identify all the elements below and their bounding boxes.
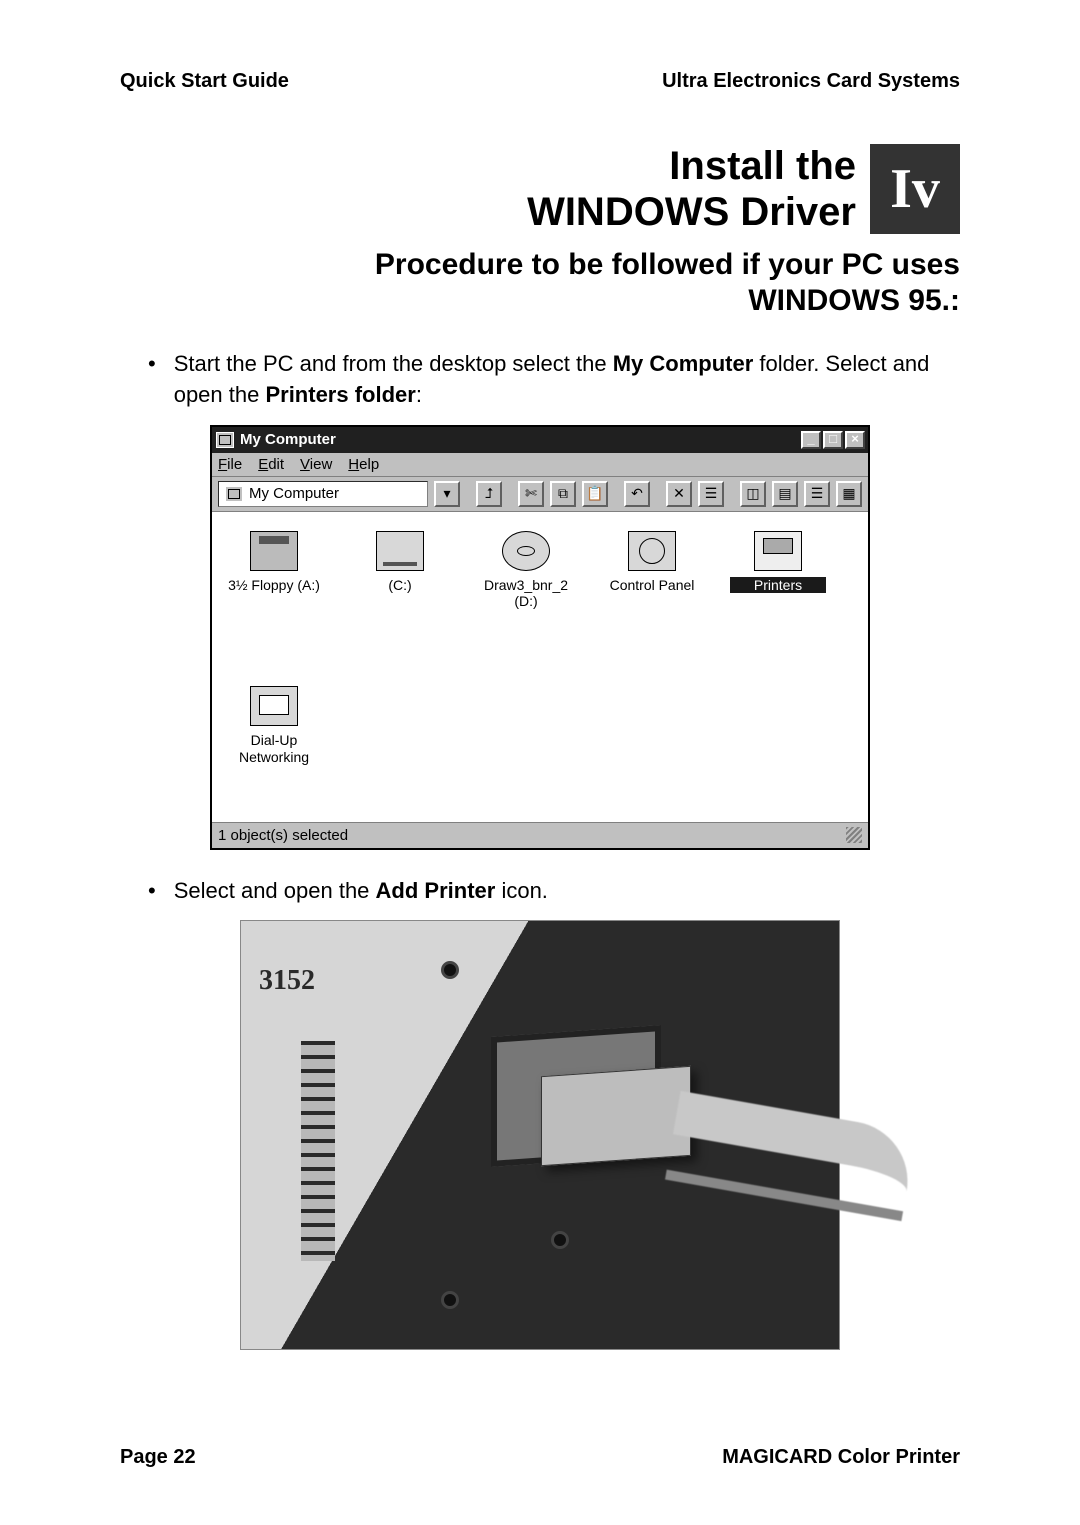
properties-button[interactable]: ☰: [698, 481, 724, 507]
computer-icon: [225, 486, 243, 502]
page-header: Quick Start Guide Ultra Electronics Card…: [120, 70, 960, 93]
list-view-button[interactable]: ☰: [804, 481, 830, 507]
resize-grip-icon[interactable]: [846, 827, 862, 843]
subtitle-line1: Procedure to be followed if your PC uses: [120, 247, 960, 283]
b1-pre: Start the PC and from the desktop select…: [174, 351, 613, 376]
close-button[interactable]: ×: [845, 431, 865, 449]
screw-icon: [441, 961, 459, 979]
b2-pre: Select and open the: [174, 878, 376, 903]
menu-edit[interactable]: Edit: [258, 456, 284, 473]
page-footer: Page 22 MAGICARD Color Printer: [120, 1446, 960, 1469]
dial-up-networking-icon: [250, 686, 298, 726]
icon-label: Dial-Up Networking: [226, 732, 322, 766]
icon-floppy-a[interactable]: 3½ Floppy (A:): [226, 531, 322, 594]
footer-page: Page 22: [120, 1446, 196, 1469]
icon-drive-c[interactable]: (C:): [352, 531, 448, 594]
icon-label: (C:): [352, 577, 448, 594]
window-title: My Computer: [240, 431, 336, 448]
icon-label: Control Panel: [604, 577, 700, 594]
icon-label: Draw3_bnr_2 (D:): [478, 577, 574, 611]
bullet-2-text: Select and open the Add Printer icon.: [174, 876, 548, 907]
system-menu-icon[interactable]: [216, 432, 234, 448]
screenshot-my-computer: My Computer _ □ × File Edit View Help My…: [120, 425, 960, 850]
computer-back-panel-image: 3152: [240, 920, 840, 1350]
screw-icon: [441, 1291, 459, 1309]
header-right: Ultra Electronics Card Systems: [662, 70, 960, 93]
menu-help[interactable]: Help: [348, 456, 379, 473]
control-panel-icon: [628, 531, 676, 571]
b1-bold1: My Computer: [613, 351, 754, 376]
icon-drive-d[interactable]: Draw3_bnr_2 (D:): [478, 531, 574, 611]
step-badge: Iv: [870, 144, 960, 234]
details-view-button[interactable]: ▦: [836, 481, 862, 507]
toolbar: My Computer ▾ ⮥ ✄ ⧉ 📋 ↶ ✕ ☰ ◫ ▤ ☰ ▦: [212, 477, 868, 512]
maximize-button[interactable]: □: [823, 431, 843, 449]
parallel-plug: [541, 1066, 691, 1166]
statusbar: 1 object(s) selected: [212, 822, 868, 848]
large-icons-button[interactable]: ◫: [740, 481, 766, 507]
title-line1: Install the: [527, 143, 856, 189]
screw-icon: [551, 1231, 569, 1249]
case-model-label: 3152: [259, 965, 315, 997]
icon-label: Printers: [730, 577, 826, 594]
icon-label: 3½ Floppy (A:): [226, 577, 322, 594]
up-one-level-button[interactable]: ⮥: [476, 481, 502, 507]
win95-window: My Computer _ □ × File Edit View Help My…: [210, 425, 870, 850]
copy-button[interactable]: ⧉: [550, 481, 576, 507]
undo-button[interactable]: ↶: [624, 481, 650, 507]
bullet-dot-icon: •: [148, 349, 156, 380]
b1-bold2: Printers folder: [265, 382, 415, 407]
bullet-dot-icon: •: [148, 876, 156, 907]
cut-button[interactable]: ✄: [518, 481, 544, 507]
subtitle-line2: WINDOWS 95.:: [120, 283, 960, 319]
b1-post: :: [416, 382, 422, 407]
status-text: 1 object(s) selected: [218, 827, 348, 844]
menu-view[interactable]: View: [300, 456, 332, 473]
title-text: Install the WINDOWS Driver: [527, 143, 856, 235]
icon-dial-up-networking[interactable]: Dial-Up Networking: [226, 686, 322, 766]
cd-drive-icon: [502, 531, 550, 571]
icon-printers[interactable]: Printers: [730, 531, 826, 594]
title-line2: WINDOWS Driver: [527, 189, 856, 235]
icon-control-panel[interactable]: Control Panel: [604, 531, 700, 594]
bullet-2: • Select and open the Add Printer icon.: [148, 876, 960, 907]
case-vent: [301, 1041, 335, 1261]
menubar: File Edit View Help: [212, 453, 868, 477]
address-combo[interactable]: My Computer: [218, 481, 428, 507]
hard-drive-icon: [376, 531, 424, 571]
bullet-1: • Start the PC and from the desktop sele…: [148, 349, 960, 411]
section-subtitle: Procedure to be followed if your PC uses…: [120, 247, 960, 319]
printers-folder-icon: [754, 531, 802, 571]
photo-computer-back: 3152: [120, 920, 960, 1350]
footer-product: MAGICARD Color Printer: [722, 1446, 960, 1469]
floppy-drive-icon: [250, 531, 298, 571]
bullet-1-text: Start the PC and from the desktop select…: [174, 349, 960, 411]
b2-post: icon.: [495, 878, 548, 903]
folder-view[interactable]: 3½ Floppy (A:) (C:) Draw3_bnr_2 (D:) Con…: [212, 512, 868, 822]
paste-button[interactable]: 📋: [582, 481, 608, 507]
address-text: My Computer: [249, 485, 339, 502]
menu-file[interactable]: File: [218, 456, 242, 473]
titlebar[interactable]: My Computer _ □ ×: [212, 427, 868, 453]
section-title: Install the WINDOWS Driver Iv: [120, 143, 960, 235]
printer-cable: [665, 1091, 917, 1221]
dropdown-button[interactable]: ▾: [434, 481, 460, 507]
delete-button[interactable]: ✕: [666, 481, 692, 507]
minimize-button[interactable]: _: [801, 431, 821, 449]
header-left: Quick Start Guide: [120, 70, 289, 93]
b2-bold: Add Printer: [376, 878, 496, 903]
small-icons-button[interactable]: ▤: [772, 481, 798, 507]
